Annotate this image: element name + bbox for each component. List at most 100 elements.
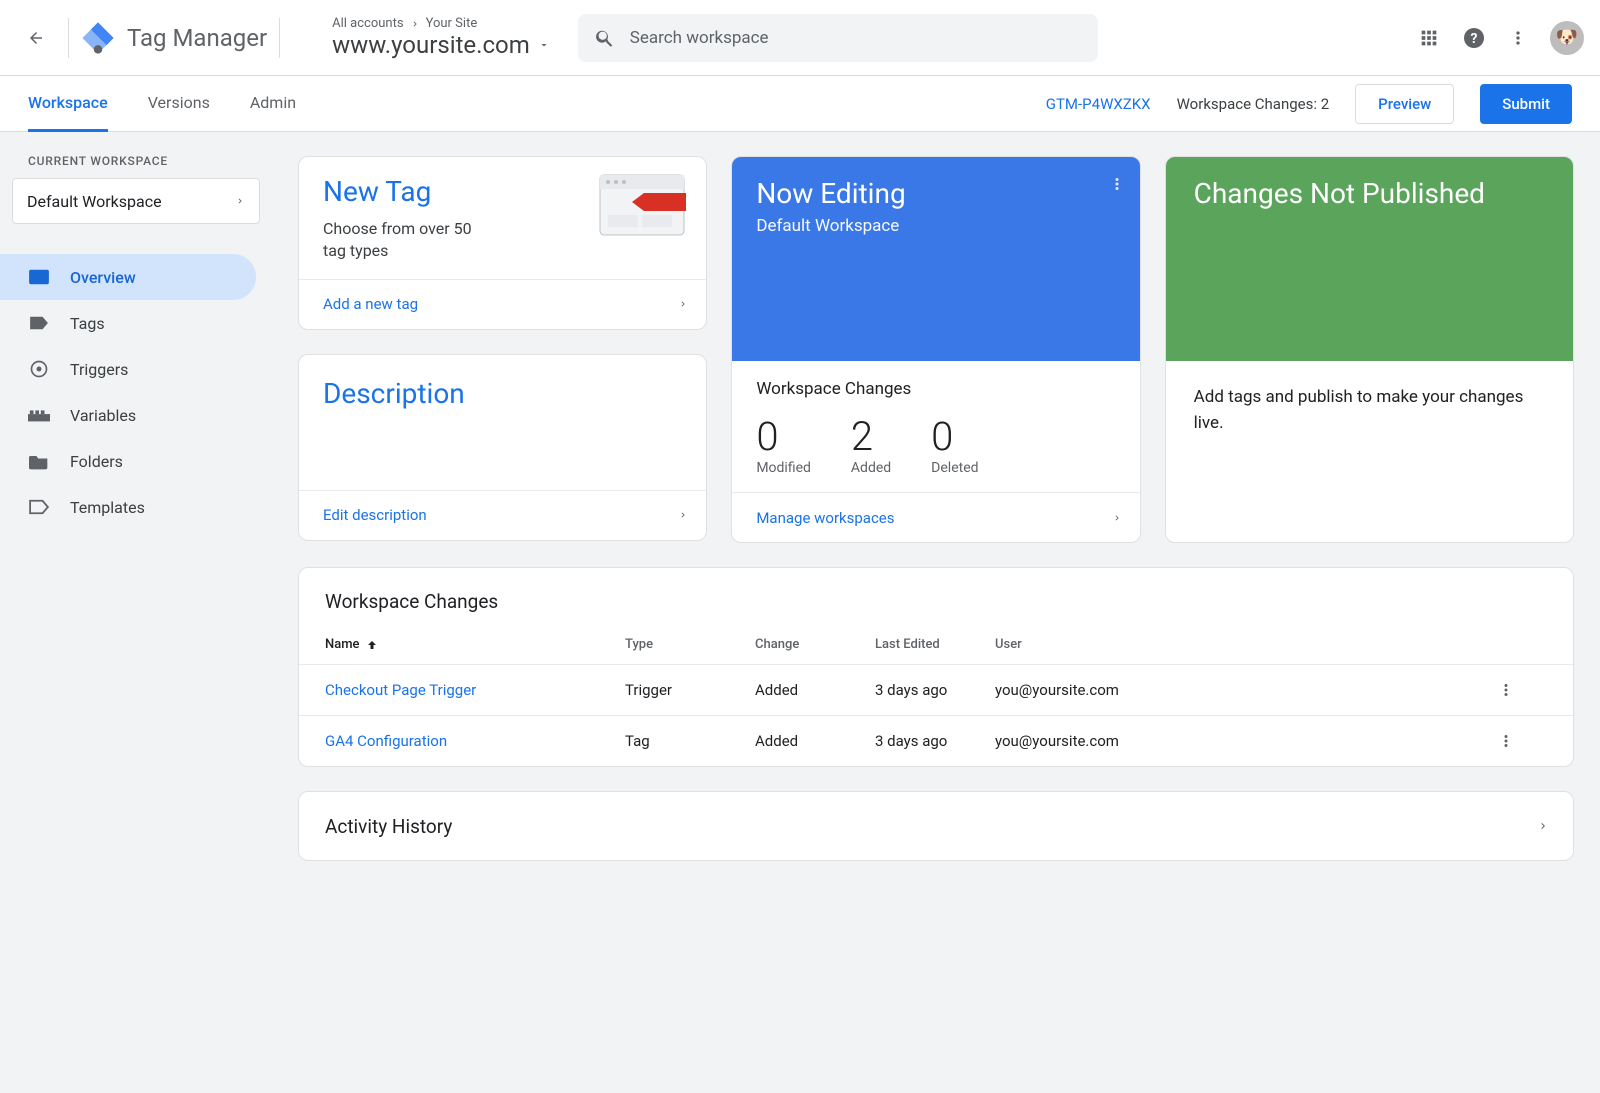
- search-field[interactable]: [578, 14, 1098, 62]
- chevron-right-icon: [678, 508, 688, 522]
- more-vert-icon: [1497, 732, 1515, 750]
- sidebar-item-folders[interactable]: Folders: [0, 438, 256, 484]
- sidebar-item-label: Folders: [70, 452, 123, 471]
- changes-not-published-card: Changes Not Published Add tags and publi…: [1165, 156, 1574, 543]
- tabs: Workspace Versions Admin: [28, 76, 296, 132]
- card-title: Description: [323, 377, 682, 410]
- description-card: Description Edit description: [298, 354, 707, 541]
- back-button[interactable]: [16, 18, 56, 58]
- add-tag-action[interactable]: Add a new tag: [299, 279, 706, 329]
- more-vert-icon: [1497, 681, 1515, 699]
- stat-label: Modified: [756, 460, 811, 476]
- tab-versions[interactable]: Versions: [148, 76, 210, 132]
- more-vert-icon: [1508, 28, 1528, 48]
- cards-row: New Tag Choose from over 50 tag types: [298, 156, 1574, 543]
- sidebar-item-label: Templates: [70, 498, 145, 517]
- variable-icon: [28, 404, 50, 426]
- avatar[interactable]: 🐶: [1550, 21, 1584, 55]
- separator: [279, 18, 280, 58]
- edit-description-action[interactable]: Edit description: [299, 490, 706, 540]
- sidebar-item-tags[interactable]: Tags: [0, 300, 256, 346]
- stats: 0 Modified 2 Added 0 Deleted: [756, 413, 1115, 476]
- folder-icon: [28, 450, 50, 472]
- row-user: you@yoursite.com: [995, 732, 1497, 750]
- action-label: Add a new tag: [323, 295, 418, 313]
- col-last-edited[interactable]: Last Edited: [875, 637, 995, 652]
- workspace-name: Default Workspace: [27, 192, 162, 211]
- overflow-button[interactable]: [1508, 28, 1528, 48]
- card-title: Changes Not Published: [1194, 177, 1485, 210]
- action-label: Manage workspaces: [756, 509, 894, 527]
- tab-admin[interactable]: Admin: [250, 76, 296, 132]
- action-label: Edit description: [323, 506, 427, 524]
- search-input[interactable]: [630, 28, 1082, 48]
- sidebar: CURRENT WORKSPACE Default Workspace Over…: [0, 132, 272, 1093]
- workspace-changes-count: Workspace Changes: 2: [1177, 95, 1330, 113]
- brand[interactable]: Tag Manager: [81, 21, 267, 55]
- more-vert-icon: [1108, 175, 1126, 193]
- stat-deleted: 0 Deleted: [931, 413, 978, 476]
- help-icon: ?: [1462, 26, 1486, 50]
- stat-modified: 0 Modified: [756, 413, 811, 476]
- row-overflow-button[interactable]: [1497, 681, 1547, 699]
- stats-title: Workspace Changes: [756, 379, 1115, 399]
- breadcrumb-child: Your Site: [426, 16, 478, 31]
- chevron-right-icon: [1112, 511, 1122, 525]
- container-id[interactable]: GTM-P4WXZKX: [1046, 95, 1151, 113]
- site-name: www.yoursite.com: [332, 31, 530, 59]
- trigger-icon: [28, 358, 50, 380]
- account-selector[interactable]: All accounts Your Site www.yoursite.com: [332, 16, 550, 59]
- help-button[interactable]: ?: [1462, 26, 1486, 50]
- activity-history-card[interactable]: Activity History: [298, 791, 1574, 861]
- header: Tag Manager All accounts Your Site www.y…: [0, 0, 1600, 76]
- chevron-right-icon: [1537, 818, 1549, 834]
- card-title: Activity History: [325, 815, 452, 838]
- col-user[interactable]: User: [995, 637, 1497, 652]
- separator: [68, 18, 69, 58]
- preview-button[interactable]: Preview: [1355, 84, 1454, 124]
- row-type: Tag: [625, 732, 755, 750]
- manage-workspaces-action[interactable]: Manage workspaces: [732, 492, 1139, 542]
- row-name[interactable]: Checkout Page Trigger: [325, 681, 625, 699]
- breadcrumb-root: All accounts: [332, 16, 403, 31]
- apps-icon: [1418, 27, 1440, 49]
- sidebar-item-templates[interactable]: Templates: [0, 484, 256, 530]
- row-name[interactable]: GA4 Configuration: [325, 732, 625, 750]
- sidebar-label: CURRENT WORKSPACE: [0, 154, 272, 178]
- arrow-left-icon: [27, 29, 45, 47]
- row-user: you@yoursite.com: [995, 681, 1497, 699]
- sidebar-item-triggers[interactable]: Triggers: [0, 346, 256, 392]
- card-subtitle: Choose from over 50 tag types: [323, 218, 483, 263]
- row-change: Added: [755, 732, 875, 750]
- submit-button[interactable]: Submit: [1480, 84, 1572, 124]
- new-tag-card: New Tag Choose from over 50 tag types: [298, 156, 707, 330]
- col-name[interactable]: Name: [325, 637, 625, 652]
- sidebar-item-label: Triggers: [70, 360, 128, 379]
- table-row: Checkout Page Trigger Trigger Added 3 da…: [299, 665, 1573, 716]
- tab-workspace[interactable]: Workspace: [28, 76, 108, 132]
- caret-down-icon: [538, 39, 550, 51]
- main: New Tag Choose from over 50 tag types: [272, 132, 1600, 1093]
- sidebar-item-label: Variables: [70, 406, 136, 425]
- row-overflow-button[interactable]: [1497, 732, 1547, 750]
- table-header: Name Type Change Last Edited User: [299, 629, 1573, 665]
- workspace-changes-card: Workspace Changes Name Type Change Last …: [298, 567, 1574, 767]
- svg-text:?: ?: [1471, 31, 1478, 47]
- row-last-edited: 3 days ago: [875, 732, 995, 750]
- breadcrumb: All accounts Your Site: [332, 16, 550, 31]
- row-type: Trigger: [625, 681, 755, 699]
- table-row: GA4 Configuration Tag Added 3 days ago y…: [299, 716, 1573, 766]
- card-overflow-button[interactable]: [1108, 175, 1126, 193]
- row-change: Added: [755, 681, 875, 699]
- template-icon: [28, 496, 50, 518]
- subnav: Workspace Versions Admin GTM-P4WXZKX Wor…: [0, 76, 1600, 132]
- sidebar-item-variables[interactable]: Variables: [0, 392, 256, 438]
- stat-num: 2: [851, 413, 891, 460]
- workspace-selector[interactable]: Default Workspace: [12, 178, 260, 224]
- sidebar-item-overview[interactable]: Overview: [0, 254, 256, 300]
- col-type[interactable]: Type: [625, 637, 755, 652]
- col-change[interactable]: Change: [755, 637, 875, 652]
- tag-icon: [28, 312, 50, 334]
- apps-button[interactable]: [1418, 27, 1440, 49]
- now-editing-card: Now Editing Default Workspace Workspace …: [731, 156, 1140, 543]
